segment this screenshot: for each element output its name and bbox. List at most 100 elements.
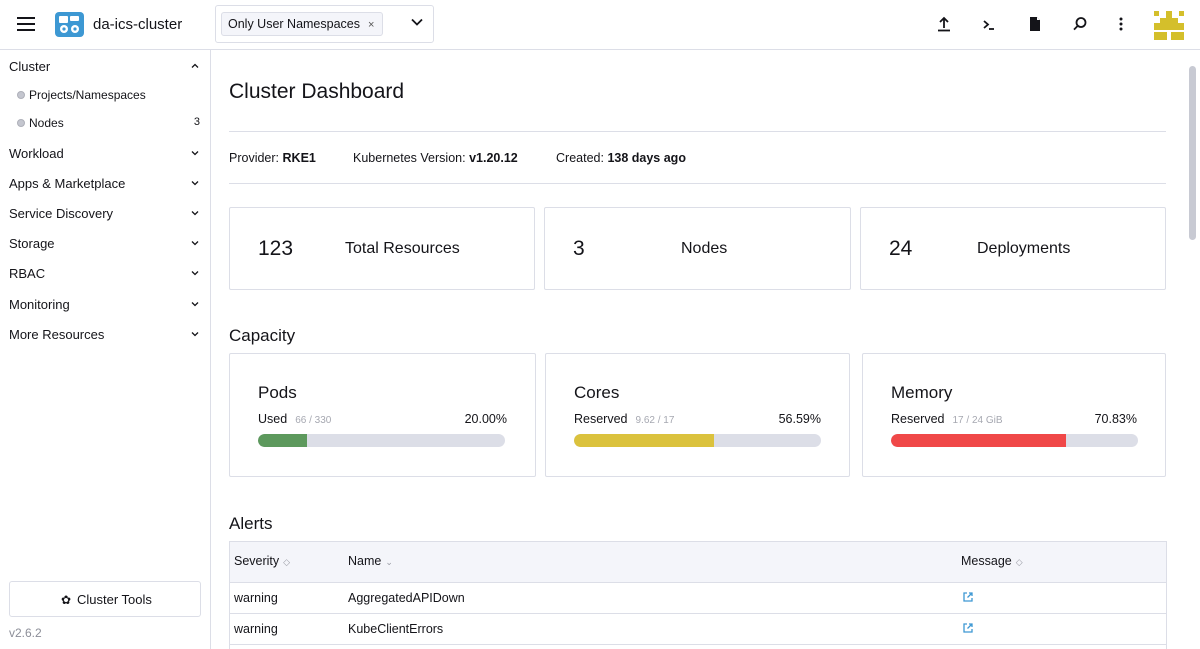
file-icon[interactable] bbox=[1026, 15, 1044, 33]
progress-fill bbox=[891, 434, 1066, 447]
sidebar-item-label: Projects/Namespaces bbox=[29, 88, 146, 102]
capacity-sub: Reserved 9.62 / 17 bbox=[574, 412, 674, 426]
chevron-down-icon bbox=[191, 302, 199, 307]
namespace-chip: Only User Namespaces × bbox=[221, 12, 384, 36]
capacity-percent: 56.59% bbox=[778, 412, 821, 426]
stat-card-total-resources[interactable]: 123 Total Resources bbox=[229, 207, 535, 290]
nav-group-monitoring[interactable]: Monitoring bbox=[0, 290, 210, 318]
nav-group-apps-marketplace[interactable]: Apps & Marketplace bbox=[0, 169, 210, 197]
sidebar-item-label: Nodes bbox=[29, 116, 64, 130]
chevron-down-icon bbox=[191, 241, 199, 246]
capacity-sub-label: Reserved bbox=[891, 412, 945, 426]
main-content: Cluster Dashboard Provider: RKE1 Kuberne… bbox=[211, 50, 1200, 649]
page-title: Cluster Dashboard bbox=[229, 80, 405, 103]
capacity-sub-label: Used bbox=[258, 412, 288, 426]
stat-label: Nodes bbox=[681, 240, 728, 257]
shell-icon[interactable] bbox=[980, 15, 998, 33]
divider bbox=[229, 183, 1166, 184]
progress-bar bbox=[891, 434, 1138, 447]
sidebar-item-projects-namespaces[interactable]: Projects/Namespaces bbox=[0, 82, 210, 108]
capacity-detail: 9.62 / 17 bbox=[635, 415, 675, 426]
stat-value: 123 bbox=[258, 237, 294, 260]
sort-icon: ◇ bbox=[1015, 557, 1023, 567]
nav-group-storage[interactable]: Storage bbox=[0, 229, 210, 257]
nav-group-label: Apps & Marketplace bbox=[9, 176, 126, 191]
column-header-name[interactable]: Name ⌄ bbox=[348, 554, 393, 568]
gear-icon: ✿ bbox=[61, 593, 72, 607]
dot-icon bbox=[17, 119, 25, 127]
nav-group-label: RBAC bbox=[9, 266, 46, 281]
more-vert-icon[interactable] bbox=[1112, 15, 1130, 33]
nodes-count: 3 bbox=[193, 116, 200, 128]
nav-group-label: Storage bbox=[9, 236, 55, 251]
cluster-name[interactable]: da-ics-cluster bbox=[93, 16, 182, 33]
hamburger-menu-icon[interactable] bbox=[17, 17, 35, 31]
provider-meta: Provider: RKE1 bbox=[229, 151, 316, 165]
created-meta: Created: 138 days ago bbox=[556, 151, 686, 165]
nav-group-more-resources[interactable]: More Resources bbox=[0, 320, 210, 348]
stat-label: Total Resources bbox=[345, 240, 460, 257]
sidebar: Cluster Projects/Namespaces Nodes 3 Work… bbox=[0, 50, 211, 649]
stat-value: 24 bbox=[889, 237, 913, 260]
nav-group-service-discovery[interactable]: Service Discovery bbox=[0, 199, 210, 227]
capacity-percent: 20.00% bbox=[464, 412, 507, 426]
external-link-icon[interactable] bbox=[962, 622, 974, 634]
version-label: v2.6.2 bbox=[9, 626, 42, 640]
capacity-title: Pods bbox=[258, 383, 297, 402]
k8s-version-label: Kubernetes Version: bbox=[353, 151, 466, 165]
nav-group-label: Workload bbox=[9, 146, 64, 161]
stat-value: 3 bbox=[573, 237, 585, 260]
nav-group-cluster[interactable]: Cluster bbox=[0, 52, 210, 80]
sort-icon: ⌄ bbox=[385, 557, 393, 567]
upload-icon[interactable] bbox=[935, 15, 953, 33]
chevron-down-icon bbox=[191, 271, 199, 276]
chip-remove-icon[interactable]: × bbox=[368, 19, 374, 31]
scrollbar[interactable] bbox=[1189, 66, 1196, 240]
capacity-card-pods: Pods Used 66 / 330 20.00% bbox=[229, 353, 536, 477]
capacity-card-memory: Memory Reserved 17 / 24 GiB 70.83% bbox=[862, 353, 1166, 477]
namespace-filter-select[interactable]: Only User Namespaces × bbox=[215, 5, 434, 43]
nav-group-workload[interactable]: Workload bbox=[0, 139, 210, 167]
stat-label: Deployments bbox=[977, 240, 1071, 257]
nav-group-rbac[interactable]: RBAC bbox=[0, 259, 210, 287]
nav-group-label: Cluster bbox=[9, 59, 51, 74]
nav-group-label: Service Discovery bbox=[9, 206, 114, 221]
severity-cell: warning bbox=[234, 622, 278, 636]
sidebar-item-nodes[interactable]: Nodes 3 bbox=[0, 110, 210, 136]
search-icon[interactable] bbox=[1071, 15, 1089, 33]
top-header: da-ics-cluster Only User Namespaces × bbox=[0, 0, 1200, 50]
column-header-severity[interactable]: Severity ◇ bbox=[234, 554, 290, 568]
severity-cell: warning bbox=[234, 591, 278, 605]
cluster-logo-icon bbox=[55, 12, 84, 37]
sort-icon: ◇ bbox=[283, 557, 291, 567]
chevron-down-icon[interactable] bbox=[409, 14, 425, 30]
table-header: Severity ◇ Name ⌄ Message ◇ bbox=[230, 542, 1166, 583]
stat-card-nodes[interactable]: 3 Nodes bbox=[544, 207, 851, 290]
cluster-tools-label: Cluster Tools bbox=[77, 592, 152, 607]
column-header-message[interactable]: Message ◇ bbox=[961, 554, 1023, 568]
nav-group-label: Monitoring bbox=[9, 297, 70, 312]
name-cell: AggregatedAPIDown bbox=[348, 591, 465, 605]
capacity-title: Memory bbox=[891, 383, 953, 402]
progress-bar bbox=[258, 434, 505, 447]
k8s-version-meta: Kubernetes Version: v1.20.12 bbox=[353, 151, 518, 165]
dot-icon bbox=[17, 91, 25, 99]
capacity-sub: Reserved 17 / 24 GiB bbox=[891, 412, 1003, 426]
capacity-sub: Used 66 / 330 bbox=[258, 412, 331, 426]
external-link-icon[interactable] bbox=[962, 591, 974, 603]
capacity-percent: 70.83% bbox=[1094, 412, 1137, 426]
k8s-version-value: v1.20.12 bbox=[469, 151, 518, 165]
stat-card-deployments[interactable]: 24 Deployments bbox=[860, 207, 1166, 290]
progress-fill bbox=[574, 434, 714, 447]
capacity-detail: 66 / 330 bbox=[295, 415, 332, 426]
capacity-heading: Capacity bbox=[229, 326, 296, 345]
user-avatar[interactable] bbox=[1152, 8, 1186, 42]
capacity-card-cores: Cores Reserved 9.62 / 17 56.59% bbox=[545, 353, 850, 477]
chevron-down-icon bbox=[191, 332, 199, 337]
cluster-tools-button[interactable]: ✿ Cluster Tools bbox=[9, 581, 201, 617]
created-value: 138 days ago bbox=[607, 151, 686, 165]
table-row bbox=[230, 645, 1166, 649]
capacity-sub-label: Reserved bbox=[574, 412, 628, 426]
alerts-heading: Alerts bbox=[229, 514, 273, 533]
progress-bar bbox=[574, 434, 821, 447]
